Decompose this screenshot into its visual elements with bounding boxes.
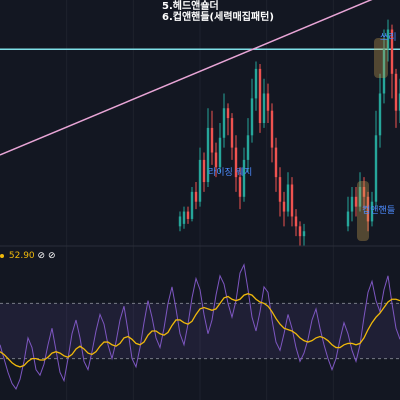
candle-body [270, 110, 274, 148]
candle-body [246, 135, 250, 160]
candle-body [194, 191, 198, 202]
candle-body [198, 159, 202, 202]
candle-body [286, 184, 290, 212]
rsi-color-dot [0, 253, 4, 258]
trading-chart [0, 0, 400, 400]
candle-body [290, 184, 294, 217]
rsi-legend: 52.90 ⊘ ⊘ [0, 251, 55, 261]
annotation-line-5: 5.헤드앤숄더 [162, 1, 219, 12]
candle-body [226, 108, 230, 119]
candle-body [250, 98, 254, 136]
candle-body [354, 196, 358, 207]
candle-body [274, 147, 278, 178]
candle-body [298, 226, 302, 237]
candle-body [262, 93, 266, 123]
candle-body [266, 93, 270, 111]
rsi-value: 52.90 [8, 251, 35, 261]
candle-body [394, 73, 398, 111]
candle-body [378, 93, 382, 136]
annotation-line-6: 6.컵앤핸들(세력매집패턴) [162, 12, 274, 23]
candle-body [222, 108, 226, 138]
pattern-label-rising-wedge: 라이징 웨지 [208, 168, 253, 178]
candle-body [210, 127, 214, 153]
pattern-label-cup-handle: 컵앤핸들 [362, 206, 396, 216]
candle-body [278, 177, 282, 202]
candle-body [258, 68, 262, 123]
candle-body [346, 211, 350, 227]
candle-body [254, 68, 258, 99]
candle-body [218, 137, 222, 168]
rsi-band [0, 303, 400, 359]
candle-body [186, 211, 190, 219]
candle-body [182, 211, 186, 224]
candle-body [302, 231, 306, 237]
candle-body [350, 196, 354, 212]
candle-body [230, 118, 234, 148]
candle-body [190, 191, 194, 219]
candle-body [238, 177, 242, 197]
candle-body [178, 216, 182, 227]
pattern-highlight [374, 38, 388, 78]
candle-body [294, 216, 298, 227]
chart-stage: 5.헤드앤숄더 6.컵앤핸들(세력매집패턴) 라이징 웨지 컵앤핸들 쓰리 52… [0, 0, 400, 400]
pattern-label-top: 쓰리 [380, 33, 397, 43]
candle-body [202, 159, 206, 183]
candle-body [374, 135, 378, 202]
visibility-icon[interactable]: ⊘ [48, 251, 56, 261]
visibility-icon[interactable]: ⊘ [38, 251, 46, 261]
candle-body [282, 201, 286, 212]
